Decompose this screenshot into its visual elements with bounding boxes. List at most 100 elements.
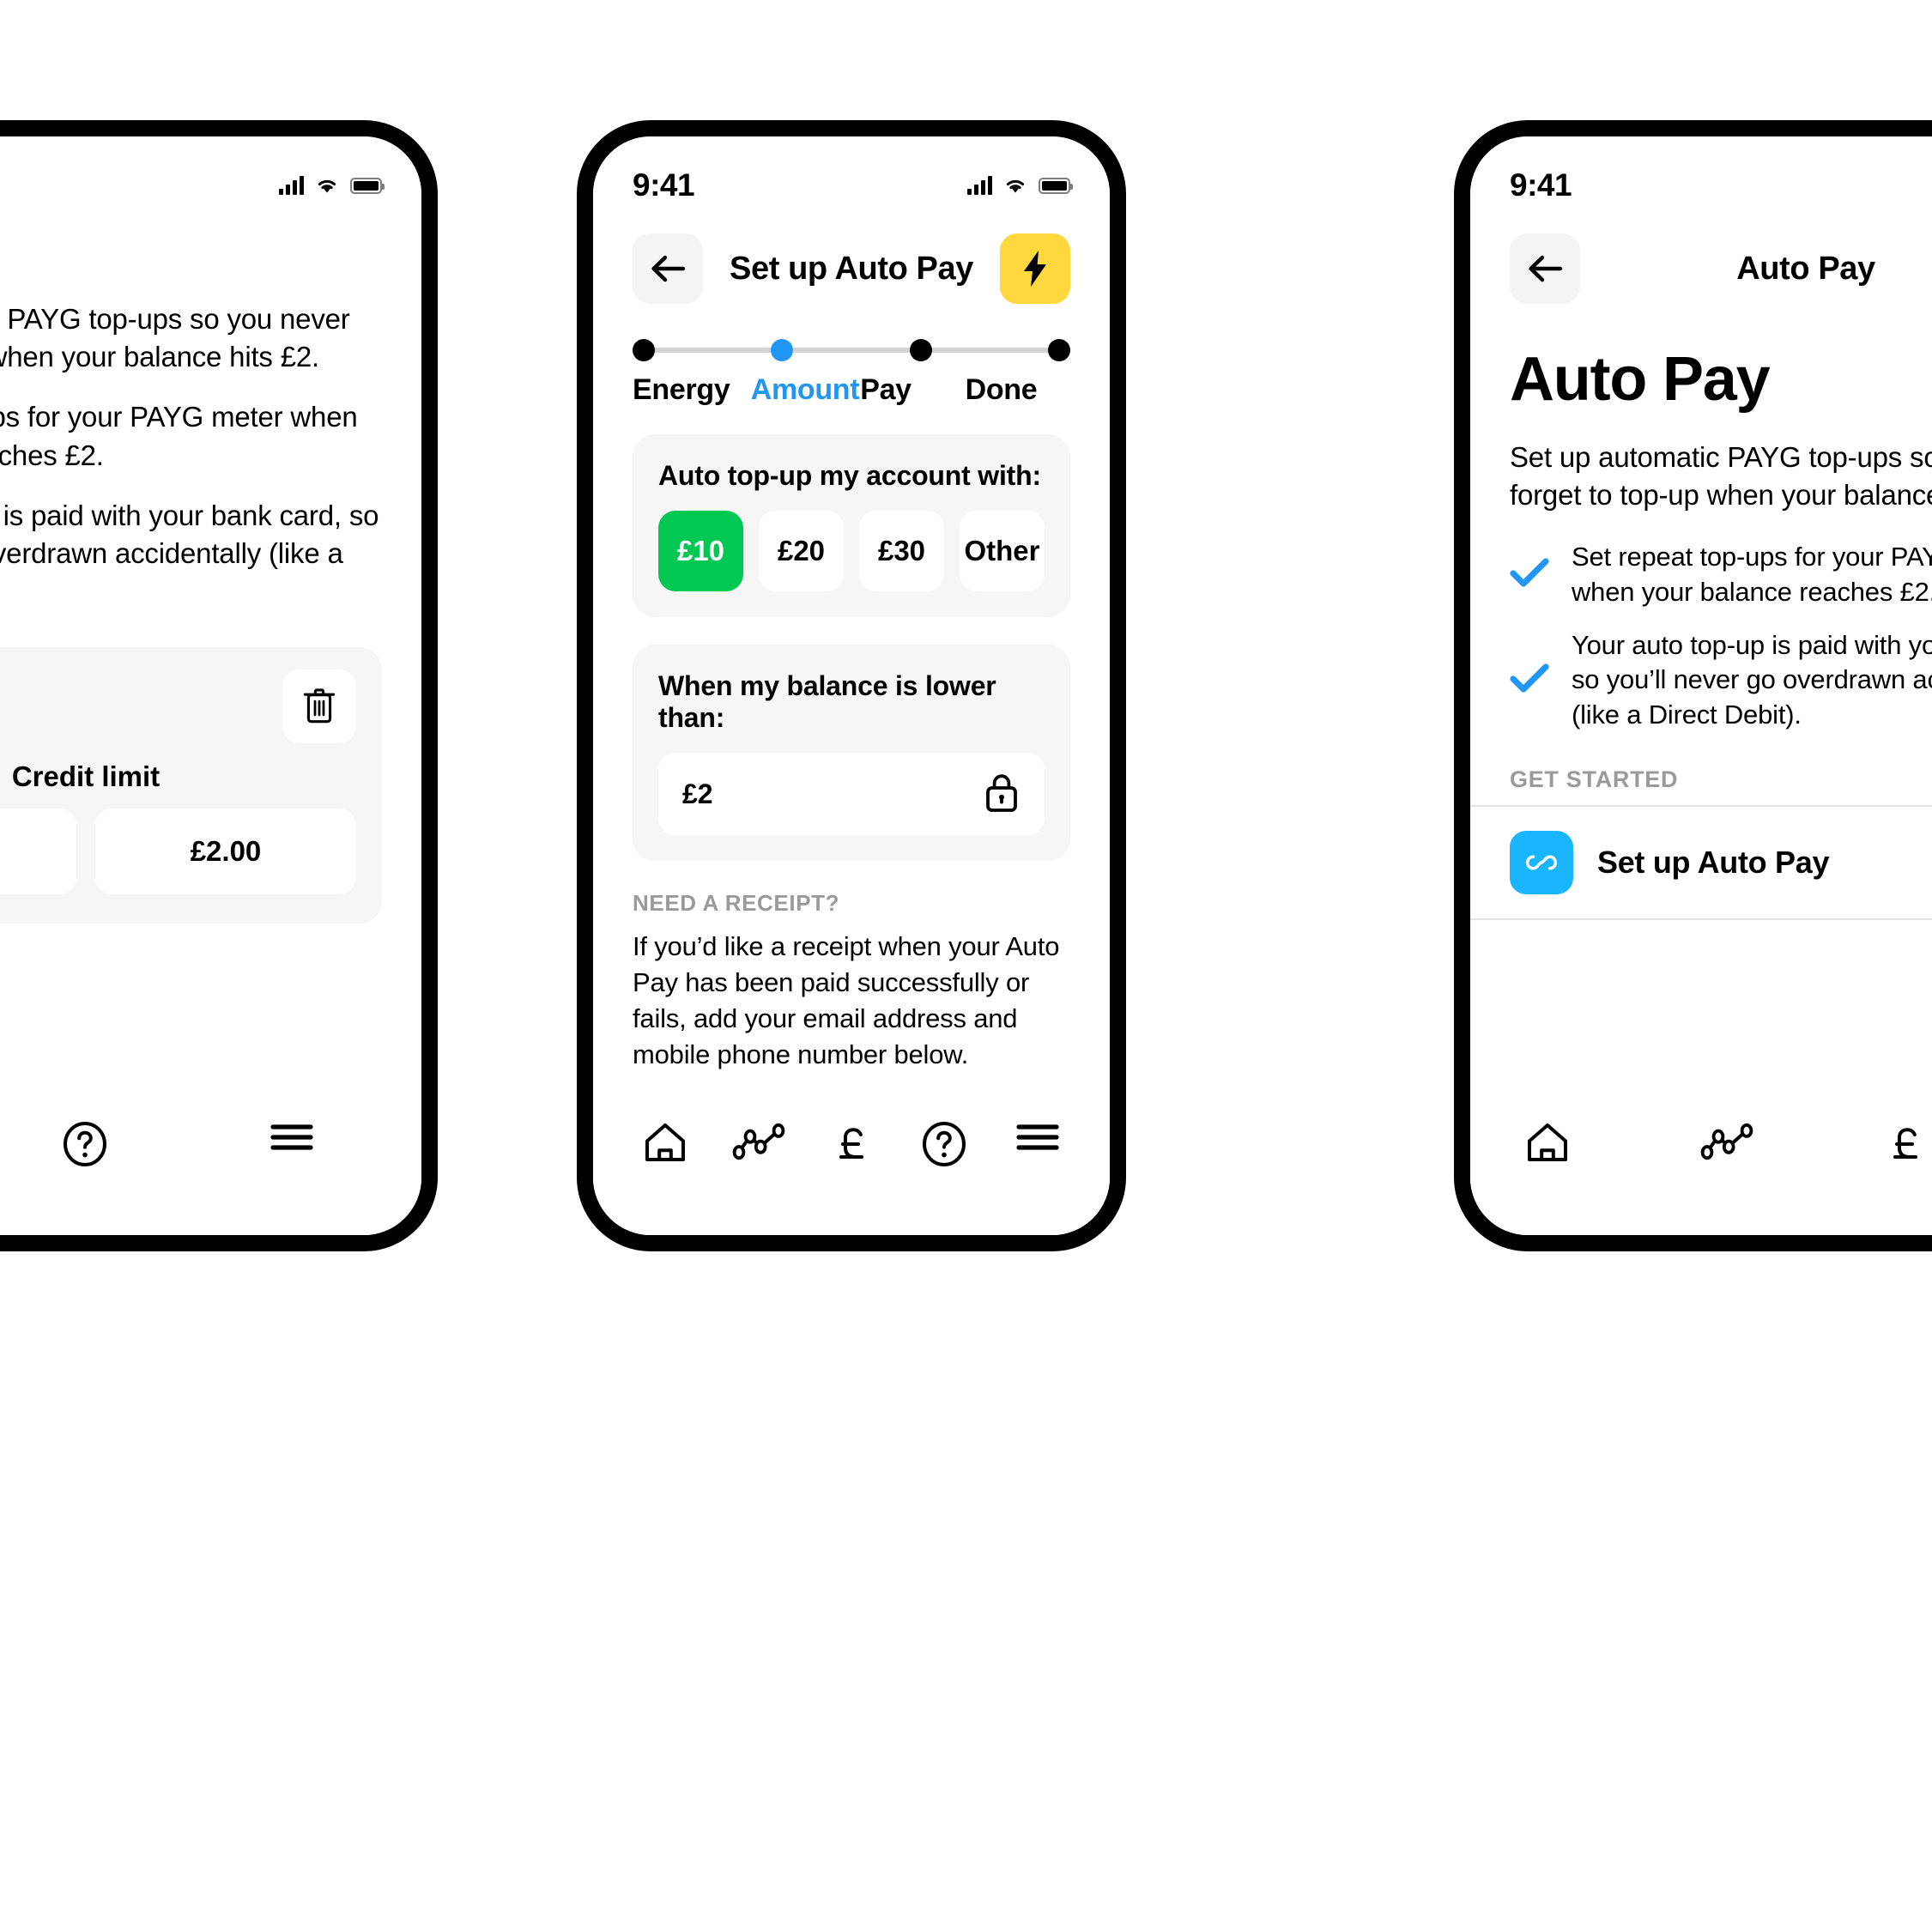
topup-amount-options: £10 £20 £30 Other: [658, 511, 1045, 591]
step-line-3: [931, 348, 1048, 353]
status-bar: [0, 136, 421, 215]
list-item-set-up-auto-pay[interactable]: Set up Auto Pay: [1470, 807, 1932, 918]
step-line-2: [793, 348, 910, 353]
tab-menu[interactable]: [1014, 1120, 1062, 1159]
credit-limit-fields: £2.00: [0, 808, 356, 894]
list-item: Set repeat top-ups for your PAYG meter w…: [1510, 540, 1932, 609]
battery-icon: [350, 177, 385, 194]
wifi-icon: [315, 176, 339, 195]
signal-bars-icon: [279, 176, 304, 195]
nav-title: Auto Pay: [1736, 250, 1875, 287]
amount-option-20[interactable]: £20: [759, 511, 844, 591]
tab-home[interactable]: [641, 1120, 689, 1171]
tab-payments[interactable]: [1882, 1120, 1929, 1172]
amount-option-30[interactable]: £30: [859, 511, 944, 591]
battery-icon: [1039, 177, 1073, 194]
screen-right: 9:41 Auto Pay Auto Pay Set up automatic …: [1470, 136, 1932, 1235]
step-line-1: [655, 348, 772, 353]
list-item-label: Your auto top-up is paid with your bank …: [1572, 630, 1932, 730]
credit-limit-value[interactable]: £2.00: [95, 808, 356, 894]
phone-mockup-right: 9:41 Auto Pay Auto Pay Set up automatic …: [1454, 120, 1932, 1251]
amount-option-10[interactable]: £10: [658, 511, 743, 591]
credit-limit-field-left[interactable]: [0, 808, 76, 894]
status-time: 9:41: [1510, 167, 1572, 203]
step-label-amount[interactable]: Amount: [751, 373, 861, 407]
infinity-icon: [1525, 855, 1558, 870]
nav-header: Set up Auto Pay: [593, 215, 1110, 310]
tab-help[interactable]: [61, 1120, 109, 1172]
lock-icon: [986, 773, 1017, 812]
screen-left: Auto Pay Set up automatic PAYG top-ups s…: [0, 136, 421, 1235]
threshold-field[interactable]: £2: [658, 753, 1045, 835]
screenshot-canvas: Auto Pay Set up automatic PAYG top-ups s…: [0, 0, 1932, 1932]
phone-mockup-middle: 9:41 Set up Auto Pay Energy Amount Pay D…: [577, 120, 1126, 1251]
receipt-eyebrow: NEED A RECEIPT?: [633, 890, 840, 916]
tab-home[interactable]: [1523, 1120, 1572, 1171]
menu-icon: [270, 1124, 313, 1150]
intro-paragraph: Set up automatic PAYG top-ups so you nev…: [0, 303, 350, 373]
usage-graph-icon: [1700, 1123, 1753, 1160]
progress-stepper: Energy Amount Pay Done: [593, 310, 1110, 407]
usage-graph-icon: [732, 1123, 784, 1160]
balance-threshold-card: When my balance is lower than: £2: [633, 645, 1070, 861]
step-label-done[interactable]: Done: [966, 373, 1070, 407]
tab-usage[interactable]: [732, 1120, 785, 1167]
help-icon: [923, 1122, 966, 1166]
divider-bottom: [1470, 918, 1932, 920]
threshold-value: £2: [682, 778, 713, 809]
status-icons: [967, 176, 1073, 195]
tab-payments[interactable]: [828, 1120, 875, 1172]
tab-menu[interactable]: [268, 1120, 316, 1159]
check-icon: [1510, 558, 1549, 587]
step-dot-energy[interactable]: [633, 339, 655, 361]
step-dot-done[interactable]: [1047, 339, 1070, 361]
step-dot-pay[interactable]: [909, 339, 932, 361]
menu-icon: [1016, 1124, 1059, 1150]
tab-usage[interactable]: [1700, 1120, 1753, 1167]
card-toolbar: [0, 669, 356, 743]
help-icon: [63, 1122, 106, 1166]
list-item-label: Set up Auto Pay: [1597, 844, 1830, 880]
bottom-tab-bar: [593, 1091, 1110, 1235]
check-icon: [1510, 663, 1549, 693]
screen-middle: 9:41 Set up Auto Pay Energy Amount Pay D…: [593, 136, 1110, 1235]
pound-icon: [839, 1128, 864, 1159]
status-icons: [279, 176, 385, 195]
bullet-paragraph-2: Your auto top-up is paid with your bank …: [0, 499, 379, 570]
list-item: Your auto top-up is paid with your bank …: [1510, 628, 1932, 732]
wifi-icon: [1003, 176, 1027, 195]
intro-paragraph: Set up automatic PAYG top-ups so you nev…: [1510, 441, 1932, 512]
bottom-tab-bar: [1470, 1091, 1932, 1235]
pound-icon: [1893, 1128, 1917, 1159]
receipt-body: If you’d like a receipt when your Auto P…: [633, 931, 1060, 1070]
back-arrow-icon: [1529, 255, 1563, 282]
phone-mockup-left: Auto Pay Set up automatic PAYG top-ups s…: [0, 120, 438, 1251]
signal-bars-icon: [967, 176, 992, 195]
page-title: Auto Pay: [1510, 345, 1771, 414]
stepper-track: [633, 339, 1070, 361]
lock-indicator: [983, 771, 1021, 818]
check-icon: [1510, 557, 1549, 592]
threshold-card-title: When my balance is lower than:: [658, 670, 996, 733]
credit-limit-label: Credit limit: [11, 760, 160, 792]
delete-button[interactable]: [282, 669, 356, 743]
benefit-list: Set repeat top-ups for your PAYG meter w…: [1470, 514, 1932, 731]
amount-option-other[interactable]: Other: [960, 511, 1045, 591]
lightning-bolt-icon: [1024, 251, 1046, 287]
status-bar: 9:41: [1470, 136, 1932, 215]
quick-action-button[interactable]: [1000, 233, 1070, 304]
topup-amount-card: Auto top-up my account with: £10 £20 £30…: [633, 434, 1070, 617]
back-button[interactable]: [1510, 233, 1580, 304]
list-item-label: Set repeat top-ups for your PAYG meter w…: [1572, 542, 1932, 607]
step-label-pay[interactable]: Pay: [860, 373, 965, 407]
topup-card-title: Auto top-up my account with:: [658, 460, 1041, 491]
infinity-icon-container: [1510, 830, 1573, 894]
step-dot-amount[interactable]: [771, 339, 794, 361]
stepper-labels: Energy Amount Pay Done: [633, 373, 1070, 407]
tab-help[interactable]: [920, 1120, 968, 1172]
step-label-energy[interactable]: Energy: [633, 373, 751, 407]
check-icon: [1510, 663, 1549, 698]
status-time: 9:41: [633, 167, 695, 203]
home-icon: [645, 1123, 686, 1161]
back-button[interactable]: [633, 233, 703, 304]
